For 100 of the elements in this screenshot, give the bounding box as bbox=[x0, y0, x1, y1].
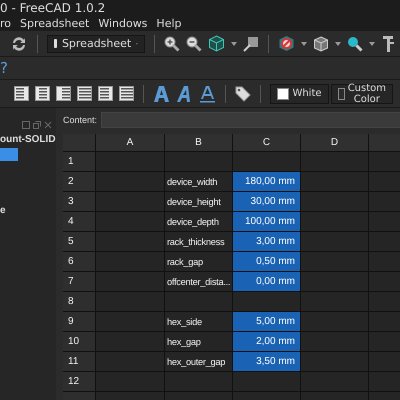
table-cell[interactable]: device_width bbox=[165, 172, 232, 191]
tree-item[interactable]: e bbox=[0, 205, 6, 219]
column-header[interactable]: D bbox=[301, 134, 368, 151]
tree-item[interactable]: ount-SOLID bbox=[0, 134, 56, 148]
row-header[interactable]: 3 bbox=[63, 192, 95, 211]
row-header[interactable]: 10 bbox=[63, 332, 95, 351]
table-cell[interactable] bbox=[233, 152, 300, 171]
cube-icon[interactable] bbox=[208, 35, 225, 52]
table-cell[interactable]: rack_gap bbox=[165, 252, 232, 271]
row-header[interactable]: 4 bbox=[63, 212, 95, 231]
zoom-out-icon[interactable] bbox=[186, 36, 202, 52]
blocked-icon[interactable] bbox=[278, 35, 295, 52]
table-cell[interactable] bbox=[96, 352, 164, 371]
table-cell[interactable]: 3,50 mm bbox=[233, 352, 300, 371]
row-header[interactable]: 6 bbox=[63, 252, 95, 271]
align-icon[interactable] bbox=[14, 86, 29, 101]
refresh-icon[interactable] bbox=[10, 34, 28, 52]
table-cell[interactable] bbox=[301, 272, 368, 291]
table-cell[interactable] bbox=[96, 252, 164, 271]
content-field[interactable] bbox=[101, 112, 400, 128]
table-cell[interactable] bbox=[301, 312, 368, 331]
table-cell[interactable]: hex_outer_gap bbox=[165, 352, 232, 371]
align-icon[interactable] bbox=[98, 86, 113, 101]
table-cell[interactable]: 180,00 mm bbox=[233, 172, 300, 191]
table-cell[interactable] bbox=[96, 152, 164, 171]
table-cell[interactable] bbox=[301, 292, 368, 311]
row-header[interactable]: 12 bbox=[63, 372, 95, 391]
underline-icon[interactable] bbox=[199, 84, 216, 102]
menu-item[interactable]: Windows bbox=[98, 17, 148, 30]
cube-icon[interactable] bbox=[313, 36, 329, 52]
caliper-icon[interactable] bbox=[381, 34, 395, 52]
table-cell[interactable] bbox=[233, 292, 300, 311]
close-icon[interactable] bbox=[44, 121, 52, 129]
table-cell[interactable] bbox=[96, 192, 164, 211]
table-cell[interactable]: offcenter_dista... bbox=[165, 272, 232, 291]
color-button[interactable]: Custom Color bbox=[331, 84, 393, 104]
tree-item[interactable] bbox=[0, 148, 18, 161]
caret-icon[interactable] bbox=[369, 42, 375, 46]
table-cell[interactable]: rack_thickness bbox=[165, 232, 232, 251]
row-header[interactable]: 11 bbox=[63, 352, 95, 371]
table-cell[interactable] bbox=[165, 372, 232, 391]
zoom-in-icon[interactable] bbox=[164, 36, 180, 52]
table-cell[interactable] bbox=[96, 312, 164, 331]
align-icon[interactable] bbox=[56, 86, 71, 101]
align-icon[interactable] bbox=[77, 86, 92, 101]
table-cell[interactable]: device_height bbox=[165, 192, 232, 211]
table-cell[interactable]: hex_side bbox=[165, 312, 232, 331]
caret-icon[interactable] bbox=[335, 42, 341, 46]
table-cell[interactable] bbox=[301, 372, 368, 391]
menu-item[interactable]: Spreadsheet bbox=[20, 17, 90, 30]
table-cell[interactable] bbox=[301, 152, 368, 171]
table-cell[interactable]: 30,00 mm bbox=[233, 192, 300, 211]
whats-this-icon[interactable]: ? bbox=[0, 59, 8, 77]
column-header[interactable]: C bbox=[233, 134, 300, 151]
table-cell[interactable]: 0,50 mm bbox=[233, 252, 300, 271]
menu-item[interactable]: ro bbox=[0, 17, 12, 30]
table-cell[interactable]: 5,00 mm bbox=[233, 312, 300, 331]
table-cell[interactable] bbox=[301, 172, 368, 191]
table-cell[interactable]: 100,00 mm bbox=[233, 212, 300, 231]
table-cell[interactable]: 0,00 mm bbox=[233, 272, 300, 291]
table-cell[interactable]: hex_gap bbox=[165, 332, 232, 351]
table-cell[interactable] bbox=[96, 372, 164, 391]
row-header[interactable]: 9 bbox=[63, 312, 95, 331]
align-icon[interactable] bbox=[35, 86, 50, 101]
table-cell[interactable] bbox=[301, 192, 368, 211]
table-cell[interactable] bbox=[96, 272, 164, 291]
table-cell[interactable]: 3,00 mm bbox=[233, 232, 300, 251]
row-header[interactable]: 2 bbox=[63, 172, 95, 191]
box-select-icon[interactable] bbox=[243, 36, 259, 52]
row-header[interactable]: 5 bbox=[63, 232, 95, 251]
table-cell[interactable] bbox=[165, 292, 232, 311]
color-button[interactable]: White bbox=[270, 84, 329, 104]
restore-icon[interactable] bbox=[33, 121, 41, 129]
row-header[interactable]: 1 bbox=[63, 152, 95, 171]
table-cell[interactable] bbox=[301, 252, 368, 271]
table-cell[interactable]: device_depth bbox=[165, 212, 232, 231]
table-cell[interactable] bbox=[96, 212, 164, 231]
table-cell[interactable] bbox=[301, 352, 368, 371]
table-cell[interactable] bbox=[96, 172, 164, 191]
column-header[interactable]: B bbox=[165, 134, 232, 151]
float-icon[interactable] bbox=[22, 121, 30, 129]
corner-cell[interactable] bbox=[63, 134, 95, 151]
align-icon[interactable] bbox=[119, 86, 134, 101]
row-header[interactable]: 7 bbox=[63, 272, 95, 291]
table-cell[interactable] bbox=[301, 212, 368, 231]
table-cell[interactable] bbox=[301, 232, 368, 251]
caret-icon[interactable] bbox=[231, 42, 237, 46]
table-cell[interactable] bbox=[301, 332, 368, 351]
search-icon[interactable] bbox=[347, 36, 363, 52]
table-cell[interactable] bbox=[96, 292, 164, 311]
italic-icon[interactable] bbox=[176, 84, 193, 102]
table-cell[interactable] bbox=[165, 152, 232, 171]
workbench-dropdown[interactable]: Spreadsheet bbox=[47, 34, 145, 52]
table-cell[interactable]: 2,00 mm bbox=[233, 332, 300, 351]
tag-icon[interactable] bbox=[235, 86, 251, 102]
table-cell[interactable] bbox=[233, 372, 300, 391]
table-cell[interactable] bbox=[96, 232, 164, 251]
column-header[interactable]: A bbox=[96, 134, 164, 151]
menu-item[interactable]: Help bbox=[156, 17, 182, 30]
row-header[interactable]: 8 bbox=[63, 292, 95, 311]
